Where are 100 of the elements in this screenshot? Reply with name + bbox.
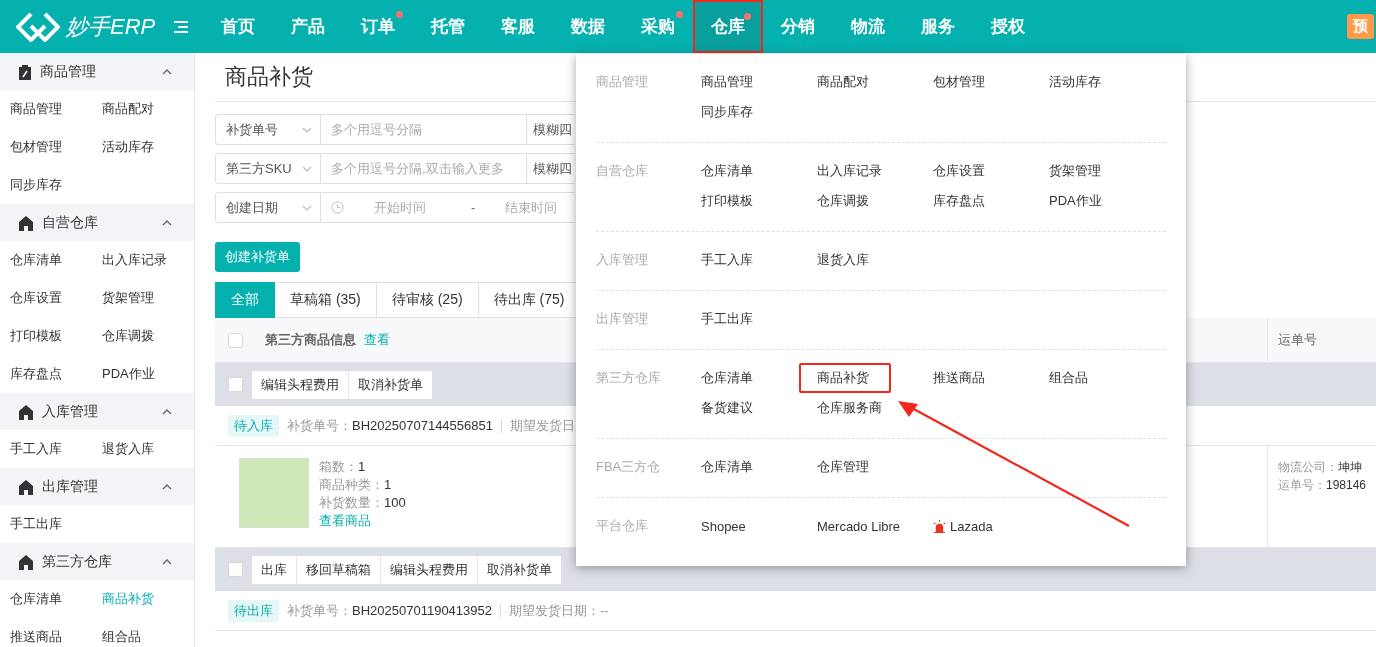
logo-icon xyxy=(16,11,60,42)
menu-section-title: 平台仓库 xyxy=(596,517,649,535)
product-image-placeholder xyxy=(239,458,309,528)
expected-date: 期望发货日期：-- xyxy=(509,601,609,620)
sidebar-item[interactable]: 打印模板 xyxy=(10,317,102,355)
sidebar-item[interactable]: 手工出库 xyxy=(10,505,102,543)
menu-item[interactable]: 商品配对 xyxy=(799,67,915,97)
sidebar-item[interactable]: 仓库设置 xyxy=(10,279,102,317)
sidebar-item[interactable]: 商品管理 xyxy=(10,90,102,128)
menu-section-title: 入库管理 xyxy=(596,251,649,269)
menu-section-title: FBA三方仓 xyxy=(596,458,662,476)
status-tag: 待出库 xyxy=(228,599,279,622)
menu-item[interactable]: 仓库管理 xyxy=(799,452,915,482)
menu-item[interactable]: 包材管理 xyxy=(915,67,1031,97)
sidebar-group-header[interactable]: 入库管理 xyxy=(0,393,194,430)
menu-item[interactable]: 退货入库 xyxy=(799,245,915,275)
order-number: 补货单号：BH20250707144556851 xyxy=(287,416,493,435)
sidebar-group-title: 第三方仓库 xyxy=(42,552,113,571)
sidebar-item[interactable]: 手工入库 xyxy=(10,430,102,468)
match-mode-select[interactable]: 模糊四 xyxy=(527,153,575,184)
menu-item[interactable]: 仓库清单 xyxy=(683,452,799,482)
chevron-icon xyxy=(302,165,312,172)
menu-item[interactable]: 仓库服务商 xyxy=(799,393,915,423)
menu-item[interactable]: Lazada xyxy=(915,511,1031,541)
menu-item[interactable]: 推送商品 xyxy=(915,363,1031,393)
menu-item[interactable]: 出入库记录 xyxy=(799,156,915,186)
house-icon xyxy=(18,403,34,420)
sidebar-item[interactable]: 包材管理 xyxy=(10,128,102,166)
checkbox[interactable] xyxy=(228,562,243,577)
filter-input[interactable]: 多个用逗号分隔 xyxy=(321,114,527,145)
start-date-placeholder: 开始时间 xyxy=(374,198,426,217)
checkbox[interactable] xyxy=(228,377,243,392)
sidebar-item[interactable]: 商品配对 xyxy=(102,90,194,128)
menu-item[interactable]: 库存盘点 xyxy=(915,186,1031,216)
sidebar-item[interactable]: 同步库存 xyxy=(10,166,102,204)
sidebar-group-title: 自营仓库 xyxy=(42,213,99,232)
menu-item[interactable]: 商品补货 xyxy=(799,363,891,393)
menu-item[interactable]: 活动库存 xyxy=(1031,67,1147,97)
filter-select[interactable]: 第三方SKU xyxy=(215,153,321,184)
menu-item[interactable]: 仓库清单 xyxy=(683,156,799,186)
match-mode-select[interactable]: 模糊四 xyxy=(527,114,575,145)
action-button[interactable]: 编辑头程费用 xyxy=(252,370,349,399)
house-icon xyxy=(18,478,34,495)
sidebar-group-title: 商品管理 xyxy=(40,62,97,81)
filter-select[interactable]: 创建日期 xyxy=(215,192,321,223)
product-detail: 补货数量：100 xyxy=(319,494,406,512)
sidebar-item[interactable]: PDA作业 xyxy=(102,355,194,393)
sidebar-item[interactable]: 仓库清单 xyxy=(10,580,102,618)
clock-icon xyxy=(331,201,344,214)
shipping-detail: 运单号：198146 xyxy=(1278,477,1368,494)
menu-item[interactable]: Shopee xyxy=(683,511,799,541)
sidebar-item[interactable]: 仓库调拨 xyxy=(102,317,194,355)
menu-section-title: 出库管理 xyxy=(596,310,649,328)
column-header: 运单号 xyxy=(1278,331,1317,349)
sidebar-item[interactable]: 库存盘点 xyxy=(10,355,102,393)
sidebar-group-title: 出库管理 xyxy=(42,477,99,496)
chevron-icon xyxy=(302,126,312,133)
menu-item[interactable]: 同步库存 xyxy=(683,97,799,127)
sidebar-item[interactable]: 货架管理 xyxy=(102,279,194,317)
menu-icon[interactable] xyxy=(174,20,188,33)
menu-item[interactable]: 货架管理 xyxy=(1031,156,1147,186)
sidebar-item[interactable]: 退货入库 xyxy=(102,430,194,468)
action-button[interactable]: 出库 xyxy=(252,555,297,584)
filter-input[interactable]: 多个用逗号分隔,双击输入更多 xyxy=(321,153,527,184)
sidebar-group-header[interactable]: 第三方仓库 xyxy=(0,543,194,580)
menu-section-title: 第三方仓库 xyxy=(596,369,662,387)
filter-select[interactable]: 补货单号 xyxy=(215,114,321,145)
sidebar-group-header[interactable]: 商品管理 xyxy=(0,53,194,90)
sidebar-group-header[interactable]: 自营仓库 xyxy=(0,204,194,241)
clipboard-icon xyxy=(18,63,32,80)
menu-item[interactable]: 仓库设置 xyxy=(915,156,1031,186)
logo-text: 妙手ERP xyxy=(66,12,156,41)
house-icon xyxy=(18,214,34,231)
date-range-field[interactable]: 开始时间 - 结束时间 xyxy=(321,192,575,223)
status-tag: 待入库 xyxy=(228,414,279,437)
menu-item[interactable]: 组合品 xyxy=(1031,363,1147,393)
shipping-detail: 物流公司：坤坤 xyxy=(1278,459,1363,476)
menu-item[interactable]: Mercado Libre xyxy=(799,511,915,541)
product-detail: 箱数：1 xyxy=(319,458,367,476)
menu-item[interactable]: 仓库调拨 xyxy=(799,186,915,216)
sidebar-item[interactable]: 推送商品 xyxy=(10,618,102,647)
menu-section-title: 商品管理 xyxy=(596,73,649,91)
expected-date: 期望发货日 xyxy=(509,416,575,435)
product-detail: 商品种类：1 xyxy=(319,476,393,494)
sidebar-item[interactable]: 出入库记录 xyxy=(102,241,194,279)
menu-item[interactable]: 商品管理 xyxy=(683,67,799,97)
sidebar-group-header[interactable]: 出库管理 xyxy=(0,468,194,505)
sidebar-item[interactable]: 仓库清单 xyxy=(10,241,102,279)
menu-item[interactable]: 手工入库 xyxy=(683,245,799,275)
menu-item[interactable]: PDA作业 xyxy=(1031,186,1147,216)
column-header: 第三方商品信息 xyxy=(265,331,356,349)
menu-item[interactable]: 仓库清单 xyxy=(683,363,799,393)
sidebar-group-title: 入库管理 xyxy=(42,402,99,421)
checkbox[interactable] xyxy=(228,332,243,348)
menu-item[interactable]: 手工出库 xyxy=(683,304,799,334)
menu-item[interactable]: 备货建议 xyxy=(683,393,799,423)
sidebar-item[interactable]: 活动库存 xyxy=(102,128,194,166)
sidebar-item[interactable]: 组合品 xyxy=(102,618,194,647)
end-date-placeholder: 结束时间 xyxy=(505,198,558,217)
menu-item[interactable]: 打印模板 xyxy=(683,186,799,216)
